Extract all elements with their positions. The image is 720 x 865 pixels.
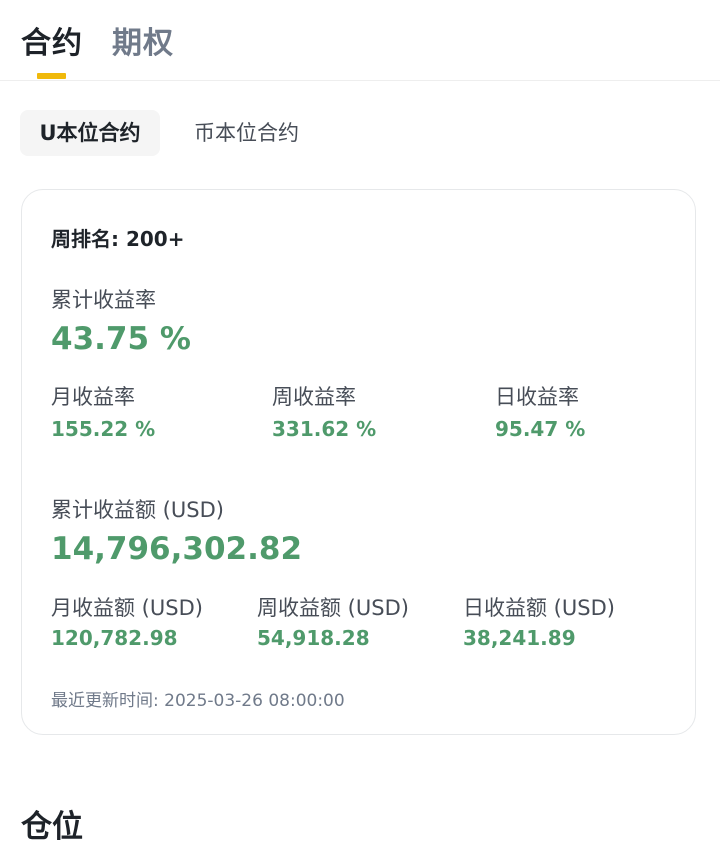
segment-usdm-futures[interactable]: U本位合约 xyxy=(20,110,160,156)
monthly-pnl-value: 120,782.98 xyxy=(51,626,178,650)
last-updated-time: 最近更新时间: 2025-03-26 08:00:00 xyxy=(51,691,345,711)
tab-futures[interactable]: 合约 xyxy=(21,18,83,62)
daily-roi-value: 95.47 % xyxy=(495,417,586,441)
top-tab-bar: 合约 期权 xyxy=(0,0,720,81)
monthly-pnl-label: 月收益额 (USD) xyxy=(51,596,203,620)
cumulative-pnl-label: 累计收益额 (USD) xyxy=(51,498,224,522)
daily-pnl-value: 38,241.89 xyxy=(463,626,576,650)
weekly-roi-label: 周收益率 xyxy=(272,385,356,409)
weekly-pnl-value: 54,918.28 xyxy=(257,626,370,650)
performance-card: 周排名: 200+ 累计收益率 43.75 % 月收益率 155.22 % 周收… xyxy=(21,189,696,735)
weekly-roi-value: 331.62 % xyxy=(272,417,377,441)
active-tab-indicator xyxy=(37,73,66,79)
cumulative-roi-value: 43.75 % xyxy=(51,321,191,357)
cumulative-roi-label: 累计收益率 xyxy=(51,288,156,312)
daily-pnl-label: 日收益额 (USD) xyxy=(463,596,615,620)
tab-options[interactable]: 期权 xyxy=(112,18,174,62)
cumulative-pnl-value: 14,796,302.82 xyxy=(51,531,303,567)
monthly-roi-value: 155.22 % xyxy=(51,417,156,441)
monthly-roi-label: 月收益率 xyxy=(51,385,135,409)
daily-roi-label: 日收益率 xyxy=(495,385,579,409)
positions-section-title: 仓位 xyxy=(21,809,83,845)
weekly-pnl-label: 周收益额 (USD) xyxy=(257,596,409,620)
segment-coinm-futures[interactable]: 币本位合约 xyxy=(194,110,299,156)
weekly-rank: 周排名: 200+ xyxy=(51,227,185,251)
